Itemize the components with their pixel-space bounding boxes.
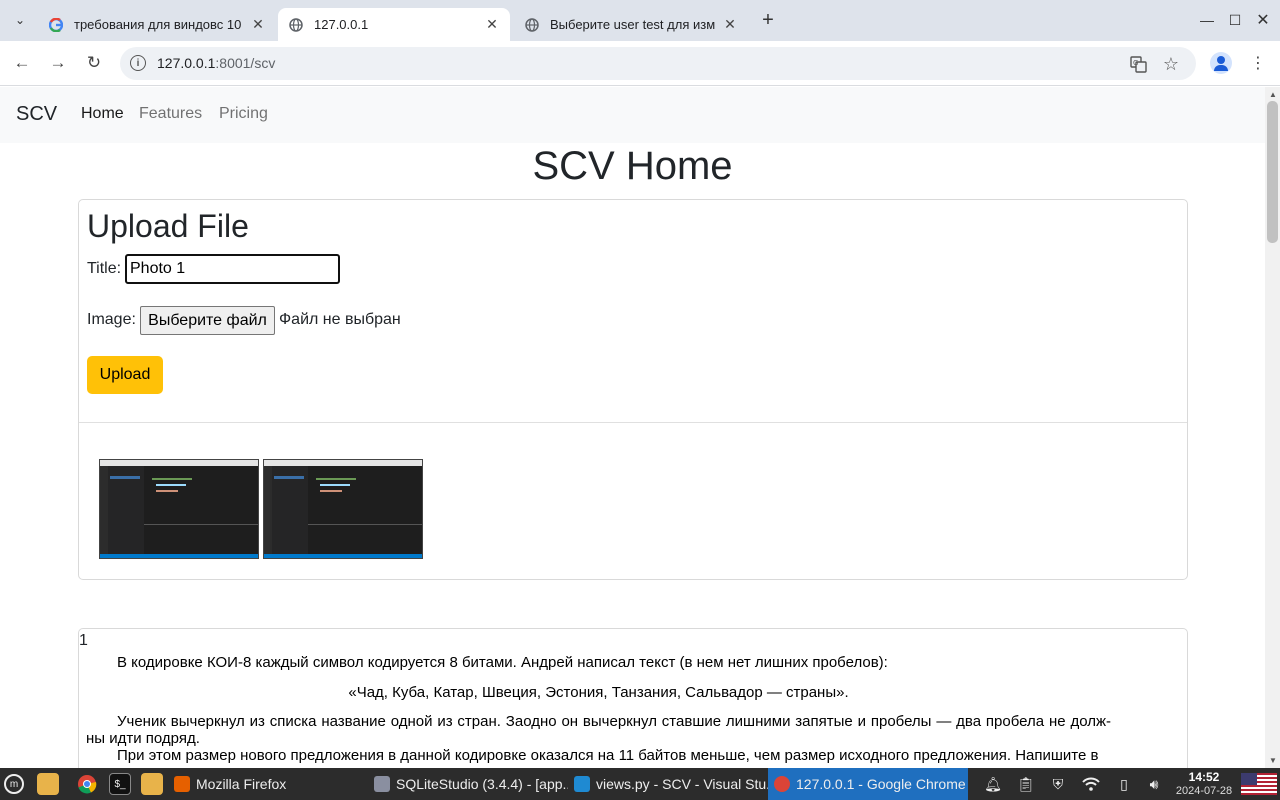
google-icon [48,17,64,33]
site-navbar: SCV Home Features Pricing [0,87,1265,143]
chrome-icon [774,776,790,792]
back-icon[interactable]: ← [8,49,36,77]
clock-date: 2024-07-28 [1175,785,1233,797]
page-scrollbar[interactable]: ▲ ▼ [1265,87,1280,768]
minimize-icon[interactable]: — [1197,10,1217,30]
reload-icon[interactable]: ↻ [80,49,108,77]
close-window-icon[interactable]: ✕ [1253,10,1273,30]
task-paragraph: В кодировке КОИ-8 каждый символ кодирует… [117,654,888,671]
task-card: 1 В кодировке КОИ-8 каждый символ кодиру… [78,628,1188,768]
taskbar-vscode[interactable]: views.py - SCV - Visual Stu... [568,768,768,800]
tab-google-search[interactable]: требования для виндовс 10 ✕ [38,8,276,41]
vscode-icon [574,776,590,792]
brand-link[interactable]: SCV [16,103,57,126]
scroll-up-icon[interactable]: ▲ [1269,90,1277,99]
uploaded-image-thumbnail[interactable] [99,459,259,559]
wifi-icon[interactable] [1081,774,1101,794]
close-tab-icon[interactable]: ✕ [484,16,500,33]
clock[interactable]: 14:52 2024-07-28 [1174,770,1234,798]
taskbar-chrome[interactable]: 127.0.0.1 - Google Chrome [768,768,968,800]
tab-search-chevron-icon[interactable]: ⌄ [8,8,32,32]
taskbar-firefox[interactable]: Mozilla Firefox [168,768,364,800]
url-text[interactable]: 127.0.0.1:8001/scv [157,55,275,71]
upload-button[interactable]: Upload [87,356,163,394]
us-flag-keyboard-layout-icon[interactable] [1241,773,1277,795]
address-bar[interactable]: i 127.0.0.1:8001/scv G ☆ [120,47,1196,80]
svg-text:G: G [1133,59,1138,67]
choose-file-button[interactable]: Выберите файл [140,306,275,335]
folder-icon[interactable] [141,773,163,795]
upload-heading: Upload File [87,208,249,244]
page-title: SCV Home [532,144,733,188]
globe-icon [288,17,304,33]
globe-icon [524,17,540,33]
scroll-down-icon[interactable]: ▼ [1269,756,1277,765]
maximize-icon[interactable]: ☐ [1225,10,1245,30]
os-taskbar: m $_ Mozilla Firefox SQLiteStudio (3.4.4… [0,768,1280,800]
forward-icon[interactable]: → [44,49,72,77]
task-paragraph: «Чад, Куба, Катар, Швеция, Эстония, Танз… [348,684,849,701]
tab-title: требования для виндовс 10 [74,17,242,32]
upload-card: Upload File Title: Image: Выберите файл … [78,199,1188,580]
image-label: Image: [87,311,136,328]
translate-icon[interactable]: G [1128,54,1148,74]
volume-icon[interactable]: 🔊︎ [1144,774,1164,794]
card-divider [79,422,1187,423]
file-status: Файл не выбран [279,311,401,328]
battery-icon[interactable]: ▯ [1114,774,1134,794]
menu-icon[interactable]: m [4,774,24,794]
task-paragraph: Ученик вычеркнул из списка название одно… [86,713,1111,747]
tab-select-user-test[interactable]: Выберите user test для изм ✕ [514,8,748,41]
task-number: 1 [79,632,88,649]
tab-title: 127.0.0.1 [314,17,369,32]
title-input[interactable] [125,254,340,284]
clipboard-icon[interactable]: 📋︎ [1016,774,1036,794]
new-tab-icon[interactable]: + [756,8,780,32]
nav-features[interactable]: Features [139,105,202,123]
page-viewport: SCV Home Features Pricing SCV Home Uploa… [0,87,1265,768]
firefox-icon [174,776,190,792]
tab-localhost[interactable]: 127.0.0.1 ✕ [278,8,510,41]
nav-pricing[interactable]: Pricing [219,105,268,123]
tab-title: Выберите user test для изм [550,17,716,32]
taskbar-sqlitestudio[interactable]: SQLiteStudio (3.4.4) - [app... [368,768,568,800]
notifications-bell-icon[interactable]: 🔔︎ [983,774,1003,794]
shield-icon[interactable]: ⛨ [1048,774,1068,794]
uploaded-image-thumbnail[interactable] [263,459,423,559]
file-manager-icon[interactable] [37,773,59,795]
task-paragraph: При этом размер нового предложения в дан… [117,747,1099,764]
clock-time: 14:52 [1188,770,1220,784]
close-tab-icon[interactable]: ✕ [722,16,738,33]
terminal-icon[interactable]: $_ [109,773,131,795]
site-info-icon[interactable]: i [130,55,146,71]
title-label: Title: [87,260,122,277]
profile-avatar-icon[interactable] [1210,52,1232,74]
nav-home[interactable]: Home [81,105,124,123]
scroll-thumb[interactable] [1267,101,1278,243]
browser-toolbar: ← → ↻ i 127.0.0.1:8001/scv G ☆ ⋮ [0,41,1280,86]
sqlitestudio-icon [374,776,390,792]
tab-strip: ⌄ требования для виндовс 10 ✕ 127.0.0.1 … [0,0,1280,41]
bookmark-star-icon[interactable]: ☆ [1161,54,1181,74]
chrome-icon[interactable] [76,773,98,795]
menu-kebab-icon[interactable]: ⋮ [1248,51,1268,75]
close-tab-icon[interactable]: ✕ [250,16,266,33]
